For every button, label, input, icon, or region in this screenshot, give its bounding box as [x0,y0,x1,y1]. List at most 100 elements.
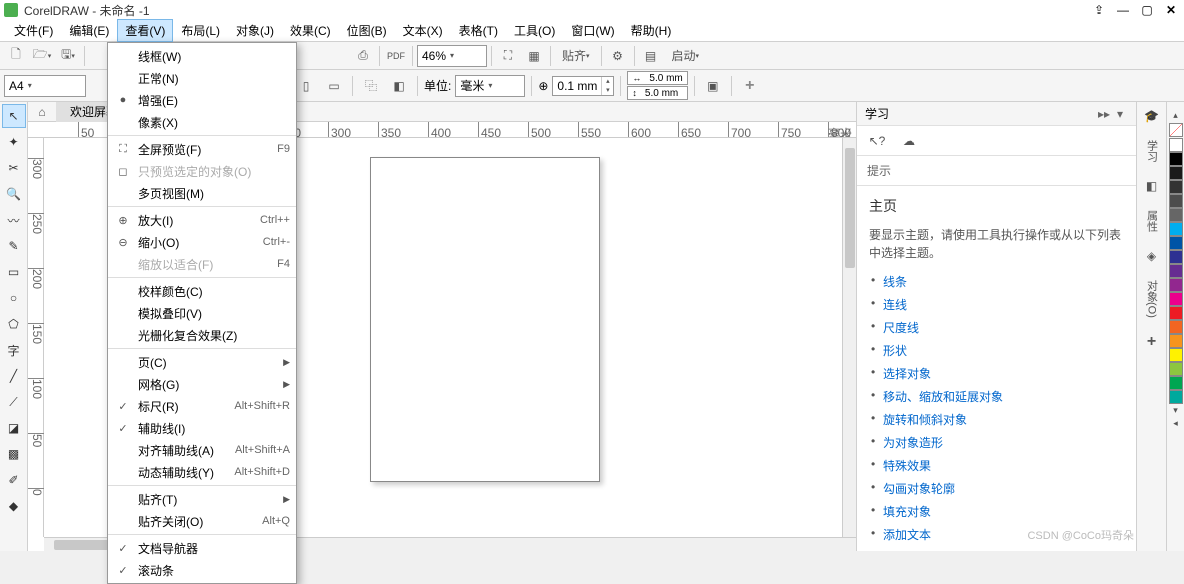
menu-item[interactable]: 页(C)▶ [108,351,296,373]
ellipse-tool-icon[interactable]: ○ [2,286,26,310]
topic-link[interactable]: 形状 [883,344,907,358]
nudge-spinner[interactable]: 0.1 mm ▴▾ [552,76,614,96]
fullscreen-icon[interactable]: ⛶ [496,44,520,68]
topic-link[interactable]: 选择对象 [883,367,931,381]
portrait-icon[interactable]: ▯ [294,74,318,98]
topic-link[interactable]: 添加文本 [883,528,931,542]
topic-link[interactable]: 尺度线 [883,321,919,335]
text-tool-icon[interactable]: 字 [2,338,26,362]
docker-properties[interactable]: 属性 [1142,204,1162,238]
menu-item[interactable]: ⊕放大(I)Ctrl++ [108,209,296,231]
menu-window[interactable]: 窗口(W) [563,19,622,42]
palette-down-icon[interactable]: ▾ [1173,405,1178,417]
color-swatch[interactable] [1169,320,1183,334]
color-swatch[interactable] [1169,292,1183,306]
docker-learn[interactable]: 学习 [1142,134,1162,168]
units-combo[interactable]: 毫米 ▾ [455,75,525,97]
color-swatch[interactable] [1169,250,1183,264]
color-swatch[interactable] [1169,180,1183,194]
menu-object[interactable]: 对象(J) [228,19,282,42]
shape-tool-icon[interactable]: ✦ [2,130,26,154]
graduation-icon[interactable]: 🎓 [1142,106,1162,126]
dup-y-spinner[interactable]: ↕5.0 mm [627,86,687,100]
menu-item[interactable]: 像素(X) [108,111,296,133]
menu-effects[interactable]: 效果(C) [282,19,339,42]
artistic-media-icon[interactable]: ✎ [2,234,26,258]
menu-file[interactable]: 文件(F) [6,19,61,42]
menu-item[interactable]: ✓辅助线(I) [108,417,296,439]
zoom-tool-icon[interactable]: 🔍 [2,182,26,206]
launch-button[interactable]: 启动 ▾ [665,44,707,68]
menu-item[interactable]: ✓滚动条 [108,559,296,581]
preview-icon[interactable]: ▦ [522,44,546,68]
panel-prev-icon[interactable]: ▸▸ [1096,107,1112,121]
palette-up-icon[interactable]: ▴ [1173,110,1178,122]
menu-tools[interactable]: 工具(O) [506,19,563,42]
menu-item[interactable]: ⊖缩小(O)Ctrl+- [108,231,296,253]
print-icon[interactable]: ⎙ [351,44,375,68]
menu-item[interactable]: 网格(G)▶ [108,373,296,395]
pdf-icon[interactable]: PDF [384,44,408,68]
all-pages-icon[interactable]: ⿻ [359,74,383,98]
cloud-icon[interactable]: ☁ [897,130,921,152]
topic-link[interactable]: 为对象造形 [883,436,943,450]
topic-link[interactable]: 连线 [883,298,907,312]
menu-layout[interactable]: 布局(L) [173,19,228,42]
menu-text[interactable]: 文本(X) [395,19,451,42]
options-icon[interactable]: ⚙ [606,44,630,68]
eyedropper-tool-icon[interactable]: ✐ [2,468,26,492]
menu-item[interactable]: 对齐辅助线(A)Alt+Shift+A [108,439,296,461]
menu-item[interactable]: ⛶全屏预览(F)F9 [108,138,296,160]
topic-link[interactable]: 填充对象 [883,505,931,519]
topic-link[interactable]: 线条 [883,275,907,289]
menu-item[interactable]: 校样颜色(C) [108,280,296,302]
menu-item[interactable]: 贴齐(T)▶ [108,488,296,510]
color-swatch[interactable] [1169,264,1183,278]
color-swatch[interactable] [1169,236,1183,250]
add-button[interactable]: + [738,74,762,98]
topic-link[interactable]: 特殊效果 [883,459,931,473]
docker-add-icon[interactable]: + [1142,332,1162,352]
parallel-dim-icon[interactable]: ╱ [2,364,26,388]
freehand-tool-icon[interactable]: 〰 [2,208,26,232]
minimize-button[interactable]: — [1114,3,1132,17]
rectangle-tool-icon[interactable]: ▭ [2,260,26,284]
color-swatch[interactable] [1169,278,1183,292]
objects-icon[interactable]: ◈ [1142,246,1162,266]
home-tab-icon[interactable]: ⌂ [28,105,56,119]
menu-item[interactable]: 正常(N) [108,67,296,89]
menu-item[interactable]: 光栅化复合效果(Z) [108,324,296,346]
color-swatch[interactable] [1169,208,1183,222]
topic-link[interactable]: 勾画对象轮廓 [883,482,955,496]
menu-item[interactable]: ✓文档导航器 [108,537,296,559]
dockers-icon[interactable]: ▤ [639,44,663,68]
palette-flyout-icon[interactable]: ◂ [1173,418,1178,430]
pointer-mode-icon[interactable]: ↖? [865,130,889,152]
color-swatch[interactable] [1169,194,1183,208]
dup-x-spinner[interactable]: ↔5.0 mm [627,71,687,85]
menu-item[interactable]: ●增强(E) [108,89,296,111]
color-swatch[interactable] [1169,222,1183,236]
new-icon[interactable]: 🗋 [4,44,28,68]
menu-item[interactable]: 多页视图(M) [108,182,296,204]
connector-tool-icon[interactable]: ⟋ [2,390,26,414]
menu-table[interactable]: 表格(T) [451,19,506,42]
color-swatch[interactable] [1169,334,1183,348]
menu-item[interactable]: 动态辅助线(Y)Alt+Shift+D [108,461,296,483]
open-icon[interactable]: 🗁▾ [30,44,54,68]
maximize-button[interactable]: ▢ [1138,3,1156,17]
panel-menu-icon[interactable]: ▾ [1112,107,1128,121]
drop-shadow-icon[interactable]: ◪ [2,416,26,440]
color-swatch[interactable] [1169,166,1183,180]
transparency-tool-icon[interactable]: ▩ [2,442,26,466]
zoom-combo[interactable]: 46% ▾ [417,45,487,67]
menu-item[interactable]: 线框(W) [108,45,296,67]
menu-edit[interactable]: 编辑(E) [61,19,117,42]
page-canvas[interactable] [370,157,600,482]
close-button[interactable]: ✕ [1162,3,1180,17]
menu-item[interactable]: ✓标尺(R)Alt+Shift+R [108,395,296,417]
topic-link[interactable]: 移动、缩放和延展对象 [883,390,1003,404]
fill-tool-icon[interactable]: ◆ [2,494,26,518]
pick-tool-icon[interactable]: ↖ [2,104,26,128]
color-swatch[interactable] [1169,306,1183,320]
